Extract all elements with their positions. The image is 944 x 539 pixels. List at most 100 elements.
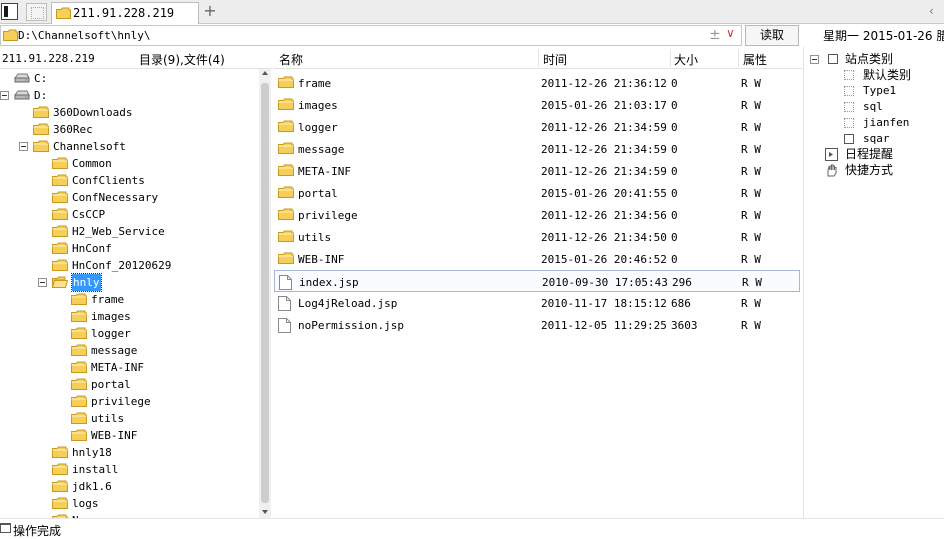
file-row[interactable]: images 2015-01-26 21:03:17 0 R W: [274, 94, 800, 116]
tree-item-label: 360Downloads: [53, 106, 133, 119]
file-row-icon-wrap: [278, 252, 294, 268]
file-row[interactable]: index.jsp 2010-09-30 17:05:43 296 R W: [274, 270, 800, 292]
shortcuts-label: 快捷方式: [845, 163, 894, 177]
tree-item[interactable]: WEB-INF: [0, 427, 258, 444]
column-size[interactable]: 大小: [674, 51, 698, 68]
tree-item[interactable]: frame: [0, 291, 258, 308]
column-time[interactable]: 时间: [543, 51, 567, 68]
file-row[interactable]: utils 2011-12-26 21:34:50 0 R W: [274, 226, 800, 248]
file-row-icon-wrap: [278, 318, 291, 336]
tree-item[interactable]: privilege: [0, 393, 258, 410]
file-row[interactable]: logger 2011-12-26 21:34:59 0 R W: [274, 116, 800, 138]
tree-item[interactable]: message: [0, 342, 258, 359]
blank-page-icon[interactable]: [26, 3, 47, 21]
tree-item[interactable]: hnly: [0, 273, 258, 292]
tree-item[interactable]: logger: [0, 325, 258, 342]
tree-item[interactable]: C:: [0, 70, 258, 87]
directory-count: 目录(9),文件(4): [139, 53, 225, 67]
scrollbar-thumb[interactable]: [261, 83, 269, 503]
tree-item-label: images: [91, 310, 131, 323]
date-label: 星期一 2015-01-26 腊: [823, 29, 944, 43]
tree-item-label: install: [72, 463, 119, 476]
folder-open-icon: [51, 276, 69, 288]
file-row[interactable]: privilege 2011-12-26 21:34:56 0 R W: [274, 204, 800, 226]
tree-item[interactable]: 360Downloads: [0, 104, 258, 121]
file-row[interactable]: WEB-INF 2015-01-26 20:46:52 0 R W: [274, 248, 800, 270]
chevron-down-icon[interactable]: ∨: [726, 26, 735, 40]
tree-item[interactable]: META-INF: [0, 359, 258, 376]
folder-icon: [52, 446, 68, 458]
tree-item[interactable]: Common: [0, 155, 258, 172]
column-attr[interactable]: 属性: [743, 51, 767, 68]
folder-icon: [33, 106, 49, 118]
tree-item-label: portal: [91, 378, 131, 391]
folder-icon: [278, 142, 294, 154]
folder-icon: [71, 395, 87, 407]
tree-item[interactable]: Channelsoft: [0, 138, 258, 155]
file-attr: R W: [741, 319, 761, 332]
collapse-icon[interactable]: [810, 55, 819, 64]
category-label: Type1: [863, 84, 897, 97]
file-row[interactable]: noPermission.jsp 2011-12-05 11:29:25 3603 R…: [274, 314, 800, 336]
category-icon: [844, 134, 854, 144]
bookmark-icon[interactable]: ±: [709, 27, 721, 43]
add-tab-button[interactable]: +: [203, 2, 217, 20]
file-name: noPermission.jsp: [298, 319, 404, 332]
column-name[interactable]: 名称: [279, 51, 303, 68]
file-list-header: 名称 时间 大小 属性: [274, 47, 802, 69]
file-row-icon-wrap: [278, 120, 294, 136]
file-row-icon-wrap: [278, 98, 294, 114]
category-label: sql: [863, 100, 883, 113]
chevron-left-icon[interactable]: ‹: [929, 4, 934, 18]
file-row[interactable]: Log4jReload.jsp 2010-11-17 18:15:12 686 R W: [274, 292, 800, 314]
tree-item[interactable]: logs: [0, 495, 258, 512]
tree-item-label: utils: [91, 412, 125, 425]
file-name: WEB-INF: [298, 253, 345, 266]
scroll-up-icon[interactable]: [262, 71, 268, 75]
collapse-icon[interactable]: [38, 278, 47, 287]
file-time: 2010-11-17 18:15:12: [541, 297, 667, 310]
tree-item-label: META-INF: [91, 361, 144, 374]
tree-item[interactable]: HnConf: [0, 240, 258, 257]
file-size: 0: [671, 165, 678, 178]
tree-scrollbar[interactable]: [259, 69, 271, 518]
tree-item-label: hnly: [71, 273, 102, 292]
tree-item[interactable]: HnConf_20120629: [0, 257, 258, 274]
tree-item[interactable]: install: [0, 461, 258, 478]
tree-item[interactable]: CsCCP: [0, 206, 258, 223]
file-size: 0: [671, 77, 678, 90]
tree-item-label: hnly18: [72, 446, 112, 459]
file-name: Log4jReload.jsp: [298, 297, 398, 310]
folder-icon: [71, 412, 87, 424]
folder-icon: [52, 463, 68, 475]
tree-item[interactable]: images: [0, 308, 258, 325]
tree-item[interactable]: ConfNecessary: [0, 189, 258, 206]
folder-icon: [52, 191, 68, 203]
file-row[interactable]: META-INF 2011-12-26 21:34:59 0 R W: [274, 160, 800, 182]
tree-item[interactable]: 360Rec: [0, 121, 258, 138]
file-time: 2011-12-05 11:29:25: [541, 319, 667, 332]
file-row[interactable]: message 2011-12-26 21:34:59 0 R W: [274, 138, 800, 160]
tree-item[interactable]: portal: [0, 376, 258, 393]
path-input[interactable]: D:\Channelsoft\hnly\ ± ∨: [0, 25, 742, 46]
tree-item[interactable]: hnly18: [0, 444, 258, 461]
file-row[interactable]: portal 2015-01-26 20:41:55 0 R W: [274, 182, 800, 204]
folder-icon: [3, 29, 18, 41]
scroll-down-icon[interactable]: [262, 510, 268, 514]
file-size: 3603: [671, 319, 698, 332]
file-size: 686: [671, 297, 691, 310]
tree-item[interactable]: H2_Web_Service: [0, 223, 258, 240]
collapse-icon[interactable]: [19, 142, 28, 151]
tree-item[interactable]: ConfClients: [0, 172, 258, 189]
collapse-icon[interactable]: [0, 91, 9, 100]
folder-icon: [71, 310, 87, 322]
toggle-sidebar-icon[interactable]: [1, 3, 18, 20]
file-row[interactable]: frame 2011-12-26 21:36:12 0 R W: [274, 72, 800, 94]
read-button[interactable]: 读取: [745, 25, 799, 46]
tree-item[interactable]: jdk1.6: [0, 478, 258, 495]
tab-server[interactable]: 211.91.228.219: [51, 2, 199, 24]
tree-item[interactable]: D:: [0, 87, 258, 104]
file-name: index.jsp: [299, 276, 359, 289]
category-icon: [844, 102, 854, 112]
tree-item[interactable]: utils: [0, 410, 258, 427]
